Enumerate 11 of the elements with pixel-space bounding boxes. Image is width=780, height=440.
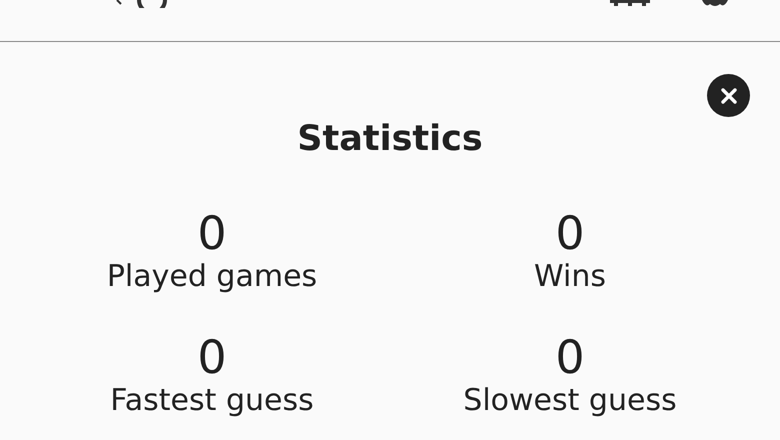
close-icon <box>720 86 738 104</box>
dialog-title: Statistics <box>296 119 484 159</box>
stat-value: 0 <box>197 333 227 381</box>
stat-label: Slowest guess <box>463 382 677 420</box>
stat-label: Played games <box>106 258 318 296</box>
stat-value: 0 <box>555 209 585 257</box>
stat-value: 0 <box>555 333 585 381</box>
close-button[interactable] <box>707 74 750 117</box>
stat-value: 0 <box>197 209 227 257</box>
stat-label: Wins <box>534 258 606 296</box>
stat-label: Fastest guess <box>110 382 314 420</box>
